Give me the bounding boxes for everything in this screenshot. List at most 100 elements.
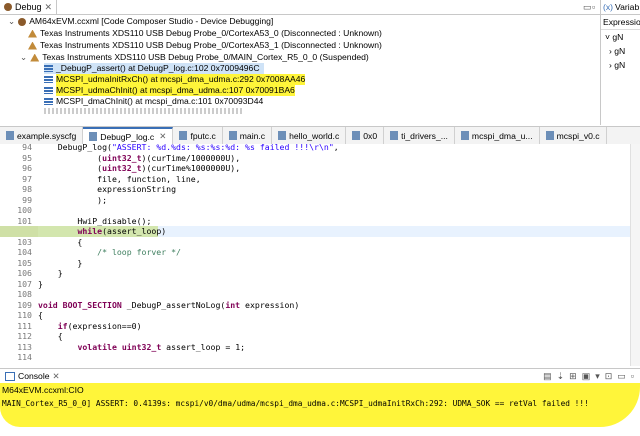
frame-label: MCSPI_udmaChInit() at mcspi_dma_udma.c:1… xyxy=(56,85,295,96)
stack-frame[interactable]: MCSPI_udmaChInit() at mcspi_dma_udma.c:1… xyxy=(44,85,295,96)
open-console-icon[interactable]: ⊡ xyxy=(605,371,613,382)
code-line: while(assert_loop) xyxy=(77,226,167,236)
maximize-icon[interactable]: ▫ xyxy=(631,371,634,382)
console-icon xyxy=(5,371,15,381)
clear-console-icon[interactable]: ▤ xyxy=(543,371,552,382)
tab-console[interactable]: Console ✕ xyxy=(0,371,65,382)
editor-tab[interactable]: mcspi_dma_u... xyxy=(455,127,540,144)
line-number: 97 xyxy=(22,173,32,184)
tab-debug[interactable]: Debug ✕ xyxy=(0,0,58,14)
editor-tab-label: main.c xyxy=(239,130,266,141)
code-line: void BOOT_SECTION _DebugP_assertNoLog(in… xyxy=(38,299,300,310)
line-number: 101 xyxy=(17,215,32,226)
probe-label: Texas Instruments XDS110 USB Debug Probe… xyxy=(42,52,369,62)
line-number: 95 xyxy=(22,152,32,163)
code-line: ); xyxy=(38,194,108,205)
line-number: 98 xyxy=(22,184,32,194)
line-number: 96 xyxy=(22,163,32,173)
line-number-gutter: 9495969798991001011021031041051061071081… xyxy=(0,142,38,366)
chevron-down-icon[interactable]: ⌄ xyxy=(8,16,15,27)
code-line: file, function, line, xyxy=(38,173,201,184)
editor-tab-label: 0x0 xyxy=(363,130,378,141)
tree-probe[interactable]: ⌄ Texas Instruments XDS110 USB Debug Pro… xyxy=(20,52,369,63)
file-icon xyxy=(278,131,287,140)
display-console-icon[interactable]: ▣ xyxy=(582,371,591,382)
close-icon[interactable]: ✕ xyxy=(53,371,60,382)
pin-console-icon[interactable]: ⊞ xyxy=(569,371,577,382)
stack-frame-icon xyxy=(44,87,53,94)
line-number: 107 xyxy=(17,278,32,289)
stack-frame-icon xyxy=(44,65,53,72)
tree-probe[interactable]: Texas Instruments XDS110 USB Debug Probe… xyxy=(28,40,382,51)
debug-view-tabbar: Debug ✕ xyxy=(0,0,600,15)
file-icon xyxy=(89,132,98,141)
code-line: } xyxy=(38,278,43,289)
current-line-gutter-marker xyxy=(0,226,38,237)
code-line: (uint32_t)(curTime/1000000U), xyxy=(38,152,241,163)
file-icon xyxy=(6,131,14,140)
chevron-down-icon[interactable]: ▾ xyxy=(595,371,600,382)
minimize-icon[interactable]: ▭ xyxy=(583,2,592,13)
close-icon[interactable]: ✕ xyxy=(159,131,166,142)
code-line: if(expression==0) xyxy=(57,320,142,331)
line-number: 103 xyxy=(17,236,32,247)
chevron-down-icon[interactable]: ⌄ xyxy=(20,52,27,63)
debug-icon xyxy=(4,3,12,11)
stack-frame[interactable]: MCSPI_udmaInitRxCh() at mcspi_dma_udma.c… xyxy=(44,74,306,85)
scroll-lock-icon[interactable]: ⇣ xyxy=(557,371,565,382)
editor-tab-label: mcspi_v0.c xyxy=(556,130,600,141)
stack-frame[interactable]: _DebugP_assert() at DebugP_log.c:102 0x7… xyxy=(44,63,264,74)
code-line: { xyxy=(38,236,83,247)
editor-tab[interactable]: mcspi_v0.c xyxy=(540,127,607,144)
stack-frame[interactable]: MCSPI_dmaChInit() at mcspi_dma.c:101 0x7… xyxy=(44,96,263,107)
probe-icon xyxy=(28,29,37,38)
tree-probe[interactable]: Texas Instruments XDS110 USB Debug Probe… xyxy=(28,28,382,39)
variable-row[interactable]: ˅ gN xyxy=(601,30,640,44)
variable-row[interactable]: › gN xyxy=(601,44,640,58)
editor-tab-label: mcspi_dma_u... xyxy=(471,130,533,141)
code-line: { xyxy=(38,310,43,320)
editor-tab-label: fputc.c xyxy=(190,130,216,141)
console-toolbar: ▤ ⇣ ⊞ ▣ ▾ ⊡ ▭ ▫ xyxy=(543,371,640,382)
variables-view: (x) Variab Expression ˅ gN › gN › gN xyxy=(601,0,640,125)
variable-row[interactable]: › gN xyxy=(601,58,640,72)
probe-icon xyxy=(28,41,37,50)
editor-tab[interactable]: ti_drivers_... xyxy=(384,127,455,144)
code-line: HwiP_disable(); xyxy=(38,215,152,226)
line-number: 99 xyxy=(22,194,32,205)
editor-tab-label: hello_world.c xyxy=(289,130,340,141)
console-tab-label: Console xyxy=(18,371,50,381)
minimize-icon[interactable]: ▭ xyxy=(617,371,626,382)
variable-name: gN xyxy=(614,60,626,70)
variable-name: gN xyxy=(612,32,624,42)
file-icon xyxy=(460,131,469,140)
editor-tab[interactable]: 0x0 xyxy=(346,127,385,144)
line-number: 109 xyxy=(17,299,32,310)
editor-scrollbar[interactable] xyxy=(630,144,640,366)
debug-tab-label: Debug xyxy=(15,2,42,12)
line-number: 106 xyxy=(17,268,32,278)
stack-frame-icon xyxy=(44,76,53,83)
file-icon xyxy=(545,131,554,140)
tab-variables[interactable]: (x) Variab xyxy=(601,0,640,15)
variables-tab-label: Variab xyxy=(615,2,640,12)
frame-label: MCSPI_dmaChInit() at mcspi_dma.c:101 0x7… xyxy=(56,96,264,106)
probe-icon xyxy=(30,53,40,62)
code-editor[interactable]: 9495969798991001011021031041051061071081… xyxy=(0,142,640,366)
close-icon[interactable]: ✕ xyxy=(45,2,53,13)
line-number: 111 xyxy=(17,320,32,331)
console-output[interactable]: M64xEVM.ccxml:CIO MAIN_Cortex_R5_0_0] AS… xyxy=(0,383,640,436)
console-tabbar: Console ✕ ▤ ⇣ ⊞ ▣ ▾ ⊡ ▭ ▫ xyxy=(0,368,640,384)
frame-label: _DebugP_assert() at DebugP_log.c:102 0x7… xyxy=(56,63,260,73)
editor-tab-label: example.syscfg xyxy=(17,130,77,141)
code-line: } xyxy=(38,257,83,268)
code-line: /* loop forver */ xyxy=(97,247,181,257)
file-icon xyxy=(352,131,361,140)
line-number: 113 xyxy=(17,341,32,352)
probe-label: Texas Instruments XDS110 USB Debug Probe… xyxy=(40,40,382,50)
tree-session[interactable]: ⌄ AM64xEVM.ccxml [Code Composer Studio -… xyxy=(8,16,273,27)
console-source: M64xEVM.ccxml:CIO xyxy=(2,385,84,395)
file-icon xyxy=(228,131,237,140)
maximize-icon[interactable]: ▫ xyxy=(592,2,595,12)
line-number: 100 xyxy=(17,205,32,215)
